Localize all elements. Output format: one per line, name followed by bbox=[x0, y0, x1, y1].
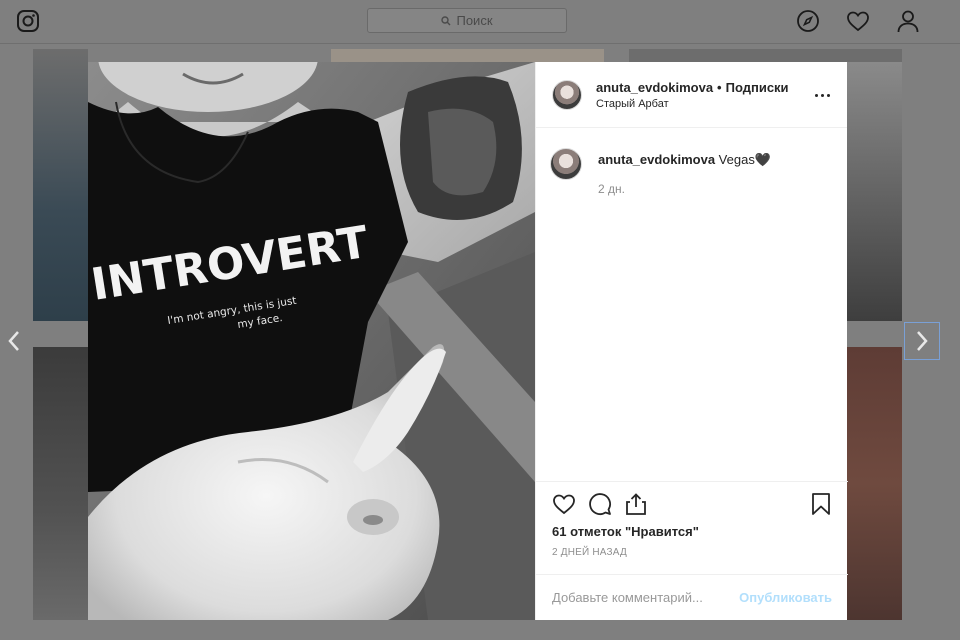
background-post-thumbnail bbox=[847, 347, 902, 620]
add-comment-section: Опубликовать bbox=[536, 574, 848, 620]
background-post-thumbnail bbox=[629, 49, 902, 62]
like-heart-icon[interactable] bbox=[552, 492, 576, 516]
publish-button[interactable]: Опубликовать bbox=[739, 590, 832, 605]
caption-username[interactable]: anuta_evdokimova bbox=[598, 152, 715, 167]
chevron-right-icon bbox=[917, 331, 928, 351]
following-button[interactable]: Подписки bbox=[726, 80, 789, 95]
save-bookmark-icon[interactable] bbox=[809, 492, 833, 516]
activity-heart-icon[interactable] bbox=[846, 9, 870, 33]
post-location[interactable]: Старый Арбат bbox=[596, 98, 789, 110]
chevron-left-icon bbox=[8, 331, 19, 351]
caption-author-avatar[interactable] bbox=[550, 148, 582, 180]
author-info: anuta_evdokimova • Подписки Старый Арбат bbox=[596, 80, 789, 110]
comment-input[interactable] bbox=[552, 590, 740, 605]
search-input[interactable]: Поиск bbox=[367, 8, 567, 33]
author-avatar[interactable] bbox=[552, 79, 582, 110]
post-date: 2 ДНЕЙ НАЗАД bbox=[552, 547, 627, 558]
post-header: anuta_evdokimova • Подписки Старый Арбат bbox=[536, 62, 847, 128]
photo-illustration: INTROVERT I'm not angry, this is just my… bbox=[88, 62, 535, 620]
search-icon bbox=[441, 15, 451, 25]
background-post-thumbnail bbox=[33, 49, 88, 321]
top-navigation-bar: Поиск bbox=[0, 0, 960, 44]
profile-user-icon[interactable] bbox=[896, 9, 920, 33]
search-placeholder: Поиск bbox=[456, 13, 493, 28]
previous-post-arrow[interactable] bbox=[0, 323, 28, 359]
caption-comment: anuta_evdokimova Vegas🖤 2 дн. bbox=[536, 128, 847, 196]
comment-bubble-icon[interactable] bbox=[588, 492, 612, 516]
actions-divider bbox=[536, 481, 848, 482]
background-post-thumbnail bbox=[331, 49, 604, 62]
caption-text: Vegas🖤 bbox=[718, 152, 772, 167]
next-post-arrow[interactable] bbox=[904, 322, 940, 360]
post-details-panel: anuta_evdokimova • Подписки Старый Арбат a… bbox=[535, 62, 848, 620]
share-upload-icon[interactable] bbox=[624, 492, 648, 516]
post-modal: INTROVERT I'm not angry, this is just my… bbox=[88, 62, 848, 620]
post-photo[interactable]: INTROVERT I'm not angry, this is just my… bbox=[88, 62, 535, 620]
post-action-buttons bbox=[552, 492, 648, 516]
separator-dot: • bbox=[717, 79, 722, 95]
more-options-icon[interactable] bbox=[813, 86, 831, 104]
background-post-thumbnail bbox=[33, 347, 88, 620]
instagram-logo-icon[interactable] bbox=[16, 9, 40, 33]
background-post-thumbnail bbox=[847, 62, 902, 321]
author-username[interactable]: anuta_evdokimova bbox=[596, 80, 713, 95]
explore-compass-icon[interactable] bbox=[796, 9, 820, 33]
likes-count[interactable]: 61 отметок "Нравится" bbox=[552, 524, 699, 539]
caption-timestamp: 2 дн. bbox=[598, 182, 625, 196]
